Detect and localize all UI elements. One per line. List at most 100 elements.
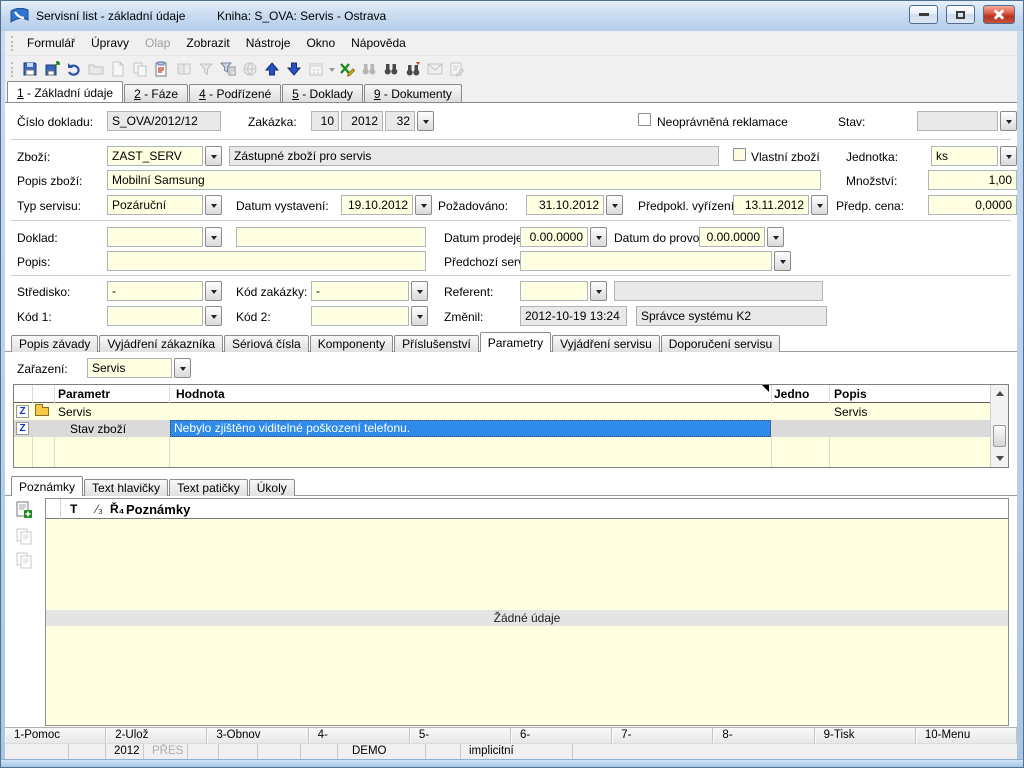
doklad-text-field[interactable] [236,227,426,247]
predchozi-servis-dropdown-button[interactable] [774,251,791,271]
doklad-kod-field[interactable] [107,227,203,247]
paste-icon[interactable] [151,59,173,79]
tab-seriova-cisla[interactable]: Sériová čísla [224,335,309,352]
datum-prodeje-field[interactable]: 0.00.0000 [520,227,588,247]
add-note-icon[interactable] [15,501,33,519]
parameters-scrollbar[interactable] [990,385,1008,467]
down-arrow-icon[interactable] [283,59,305,79]
tab-dokumenty[interactable]: 9 - Dokumenty [364,84,462,102]
restore-button[interactable] [946,5,975,24]
menu-nastroje[interactable]: Nástroje [238,33,299,53]
fkey-3-obnov[interactable]: 3-Obnov [207,728,308,743]
datum-provozu-field[interactable]: 0.00.0000 [699,227,765,247]
menu-okno[interactable]: Okno [298,33,343,53]
tab-prislusenstvi[interactable]: Příslušenství [394,335,479,352]
find-special-icon[interactable] [402,59,424,79]
kod2-field[interactable] [311,306,409,326]
zbozi-kod-field[interactable]: ZAST_SERV [107,146,203,166]
popis-zbozi-field[interactable]: Mobilní Samsung [107,170,821,190]
predp-cena-field[interactable]: 0,0000 [928,195,1017,215]
kod2-dropdown-button[interactable] [411,306,428,326]
col-jednotka[interactable]: Jedno [774,387,809,401]
tab-poznamky[interactable]: Poznámky [11,476,83,496]
predpokl-vyrizeni-dropdown-button[interactable] [811,195,828,215]
kod1-dropdown-button[interactable] [205,306,222,326]
doklad-dropdown-button[interactable] [205,227,222,247]
kod-zakazky-dropdown-button[interactable] [411,281,428,301]
fkey-1-pomoc[interactable]: 1-Pomoc [5,728,106,743]
menu-upravy[interactable]: Úpravy [83,33,137,53]
col-hodnota[interactable]: Hodnota [176,387,225,401]
hodnota-cell-selected[interactable]: Nebylo zjištěno viditelné poškození tele… [170,420,771,437]
datum-prodeje-dropdown-button[interactable] [590,227,607,247]
tab-vyjadreni-servisu[interactable]: Vyjádření servisu [552,335,660,352]
stav-field[interactable] [917,111,998,131]
zakazka-cislo-field[interactable]: 10 [311,111,339,131]
popis-field[interactable] [107,251,426,271]
minimize-button[interactable] [909,5,938,24]
col-format-icon[interactable]: ⁄₃ [96,502,103,516]
tab-ukoly[interactable]: Úkoly [249,479,295,496]
datum-vystaveni-field[interactable]: 19.10.2012 [341,195,413,215]
undo-icon[interactable] [63,59,85,79]
fkey-8[interactable]: 8- [713,728,814,743]
confirm-edit-icon[interactable] [336,59,358,79]
parameter-row-stav-zbozi[interactable]: Z Stav zboží Nebylo zjištěno viditelné p… [14,420,990,437]
fkey-7[interactable]: 7- [612,728,713,743]
datum-vystaveni-dropdown-button[interactable] [415,195,432,215]
typ-servisu-dropdown-button[interactable] [205,195,222,215]
tab-faze[interactable]: 2 - Fáze [124,84,188,102]
fkey-5[interactable]: 5- [410,728,511,743]
stredisko-dropdown-button[interactable] [205,281,222,301]
zakazka-rok-field[interactable]: 2012 [341,111,383,131]
tab-zakladni-udaje[interactable]: 1 - Základní údaje [7,81,123,102]
zakazka-poradi-field[interactable]: 32 [385,111,415,131]
tab-komponenty[interactable]: Komponenty [310,335,393,352]
menu-zobrazit[interactable]: Zobrazit [178,33,237,53]
zarazeni-dropdown-button[interactable] [174,358,191,378]
referent-kod-field[interactable] [520,281,588,301]
tab-popis-zavady[interactable]: Popis závady [11,335,98,352]
save-icon[interactable] [19,59,41,79]
typ-servisu-field[interactable]: Pozáruční [107,195,203,215]
tab-doporuceni-servisu[interactable]: Doporučení servisu [661,335,780,352]
tab-podrizene[interactable]: 4 - Podřízené [189,84,281,102]
col-popis[interactable]: Popis [834,387,867,401]
mnozstvi-field[interactable]: 1,00 [928,170,1017,190]
col-t[interactable]: T [70,502,77,516]
fkey-10-menu[interactable]: 10-Menu [916,728,1017,743]
up-arrow-icon[interactable] [261,59,283,79]
tab-text-paticky[interactable]: Text patičky [169,479,248,496]
col-poznamky[interactable]: Poznámky [126,502,190,517]
scroll-up-button[interactable] [992,386,1007,401]
fkey-9-tisk[interactable]: 9-Tisk [815,728,916,743]
jednotka-dropdown-button[interactable] [1000,146,1017,166]
pozadovano-dropdown-button[interactable] [606,195,623,215]
referent-dropdown-button[interactable] [590,281,607,301]
col-r[interactable]: Ř₄ [110,502,124,516]
zbozi-dropdown-button[interactable] [205,146,222,166]
col-parametr[interactable]: Parametr [58,387,110,401]
scroll-down-button[interactable] [992,451,1007,466]
zakazka-dropdown-button[interactable] [417,111,434,131]
filter-edit-icon[interactable] [217,59,239,79]
stav-dropdown-button[interactable] [1000,111,1017,131]
save-as-icon[interactable] [41,59,63,79]
menu-napoveda[interactable]: Nápověda [343,33,414,53]
datum-provozu-dropdown-button[interactable] [767,227,784,247]
scrollbar-thumb[interactable] [993,425,1006,447]
zarazeni-field[interactable]: Servis [87,358,172,378]
kod1-field[interactable] [107,306,203,326]
parameter-row-servis[interactable]: Z Servis Servis [14,403,990,420]
fkey-2-uloz[interactable]: 2-Ulož [106,728,207,743]
kod-zakazky-field[interactable]: - [311,281,409,301]
neopravnena-checkbox[interactable] [638,113,651,126]
menu-formular[interactable]: Formulář [19,33,83,53]
jednotka-field[interactable]: ks [931,146,998,166]
fkey-6[interactable]: 6- [511,728,612,743]
fkey-4[interactable]: 4- [309,728,410,743]
predchozi-servis-field[interactable] [520,251,772,271]
tab-vyjadreni-zakaznika[interactable]: Vyjádření zákazníka [99,335,223,352]
tab-doklady[interactable]: 5 - Doklady [282,84,363,102]
pozadovano-field[interactable]: 31.10.2012 [526,195,604,215]
